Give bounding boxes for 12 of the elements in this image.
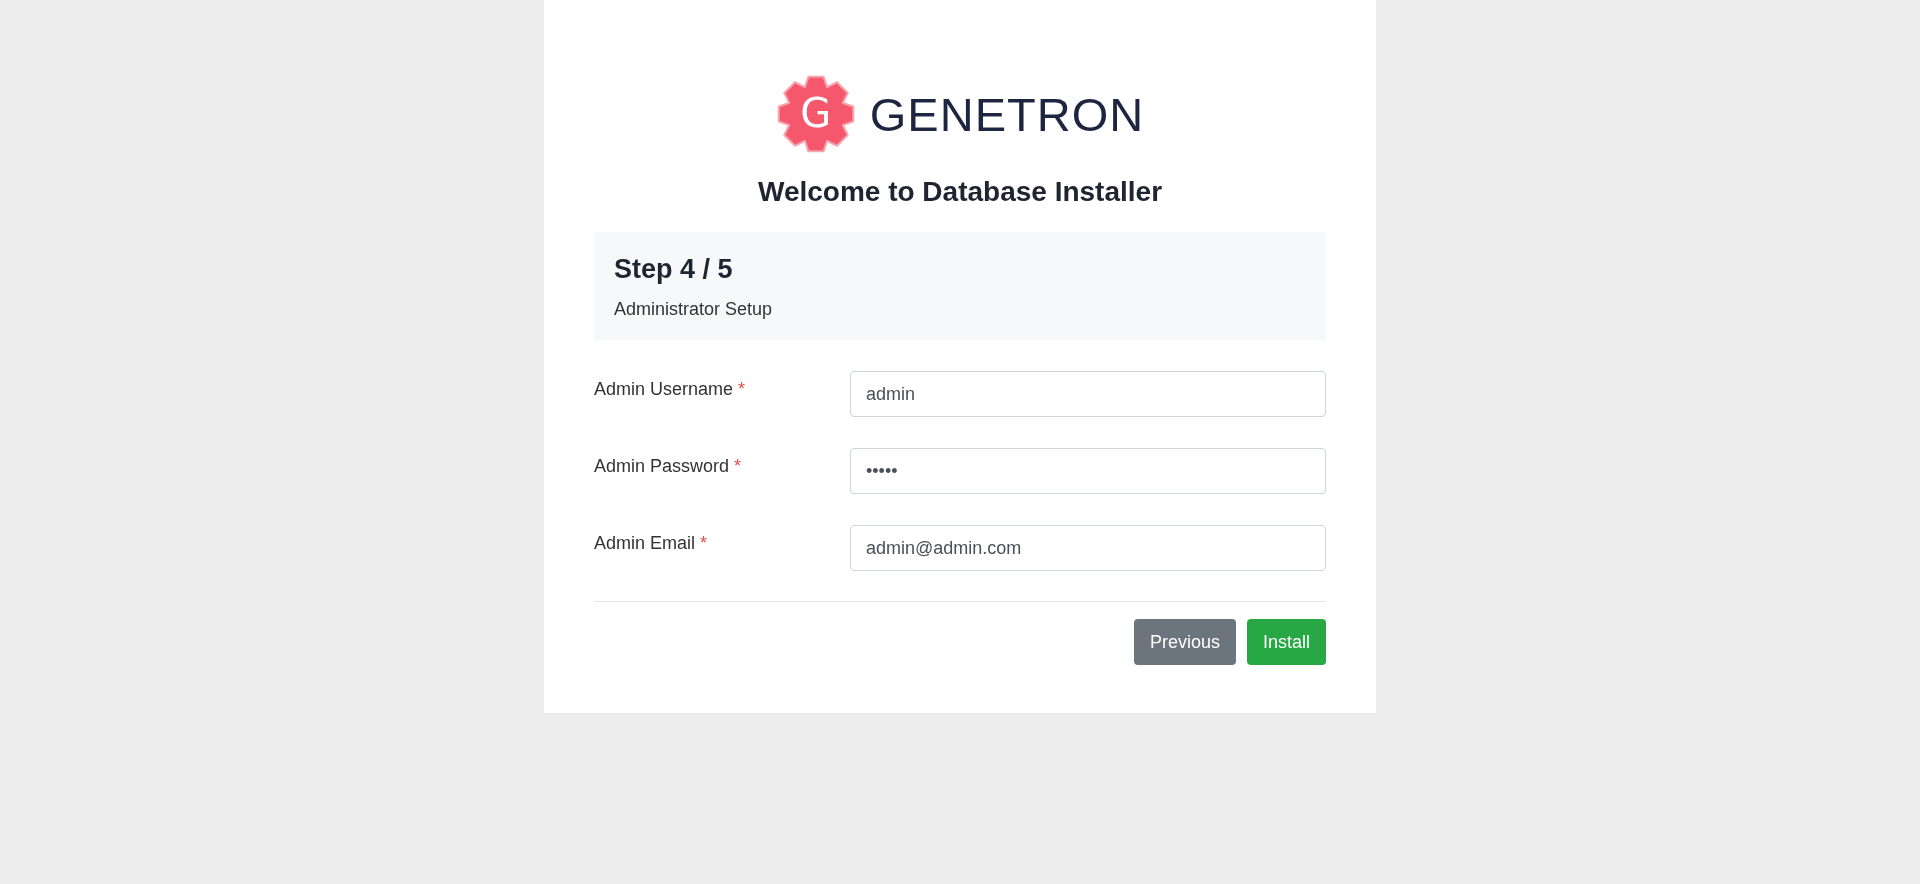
field-label: Admin Email * <box>594 532 709 554</box>
brand-name: GENETRON <box>869 90 1145 138</box>
input-field[interactable]: admin <box>850 371 1326 417</box>
step-heading: Step 4 / 5 <box>614 254 733 285</box>
field-label: Admin Password * <box>594 455 743 477</box>
input-field[interactable]: ••••• <box>850 448 1326 494</box>
previous-button[interactable]: Previous <box>1133 619 1236 665</box>
input-field[interactable]: admin@admin.com <box>850 525 1326 571</box>
logo-letter: G <box>800 93 832 134</box>
field-label: Admin Username * <box>594 378 747 400</box>
page-title: Welcome to Database Installer <box>756 176 1164 208</box>
step-subtitle: Administrator Setup <box>614 299 773 320</box>
